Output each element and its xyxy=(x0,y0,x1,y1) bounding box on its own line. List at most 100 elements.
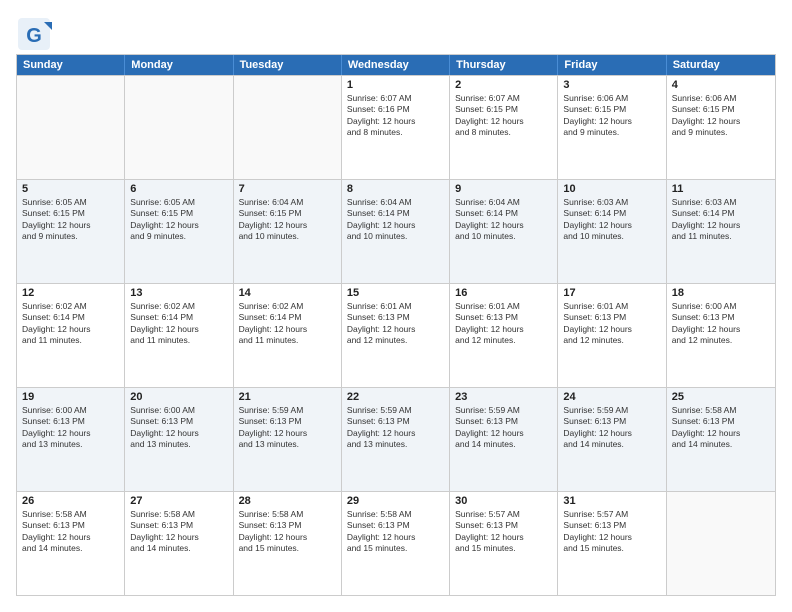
calendar-header: SundayMondayTuesdayWednesdayThursdayFrid… xyxy=(17,55,775,75)
calendar-cell-21: 21 Sunrise: 5:59 AMSunset: 6:13 PMDayligh… xyxy=(234,388,342,491)
header-day-saturday: Saturday xyxy=(667,55,775,75)
day-number: 27 xyxy=(130,495,227,507)
calendar-cell-28: 28 Sunrise: 5:58 AMSunset: 6:13 PMDayligh… xyxy=(234,492,342,595)
calendar-cell-11: 11 Sunrise: 6:03 AMSunset: 6:14 PMDayligh… xyxy=(667,180,775,283)
calendar-cell-empty-4-6 xyxy=(667,492,775,595)
calendar-cell-8: 8Sunrise: 6:04 AMSunset: 6:14 PMDaylight… xyxy=(342,180,450,283)
day-number: 26 xyxy=(22,495,119,507)
calendar-cell-empty-0-0 xyxy=(17,76,125,179)
calendar-cell-14: 14Sunrise: 6:02 AMSunset: 6:14 PMDayligh… xyxy=(234,284,342,387)
day-number: 10 xyxy=(563,183,660,195)
day-number: 7 xyxy=(239,183,336,195)
day-number: 19 xyxy=(22,391,119,403)
calendar-cell-16: 16 Sunrise: 6:01 AMSunset: 6:13 PMDayligh… xyxy=(450,284,558,387)
day-number: 2 xyxy=(455,79,552,91)
calendar-cell-2: 2 Sunrise: 6:07 AMSunset: 6:15 PMDaylight… xyxy=(450,76,558,179)
day-info: Sunrise: 6:02 AMSunset: 6:14 PMDaylight:… xyxy=(22,301,119,347)
calendar-cell-29: 29 Sunrise: 5:58 AMSunset: 6:13 PMDayligh… xyxy=(342,492,450,595)
day-info: Sunrise: 6:03 AMSunset: 6:14 PMDaylight:… xyxy=(563,197,660,243)
calendar-row-2: 5 Sunrise: 6:05 AMSunset: 6:15 PMDaylight… xyxy=(17,179,775,283)
svg-text:G: G xyxy=(26,25,42,47)
calendar-row-3: 12 Sunrise: 6:02 AMSunset: 6:14 PMDayligh… xyxy=(17,283,775,387)
calendar-cell-empty-0-2 xyxy=(234,76,342,179)
day-number: 14 xyxy=(239,287,336,299)
day-info: Sunrise: 6:00 AMSunset: 6:13 PMDaylight:… xyxy=(130,405,227,451)
day-info: Sunrise: 6:00 AMSunset: 6:13 PMDaylight:… xyxy=(672,301,770,347)
header-day-sunday: Sunday xyxy=(17,55,125,75)
day-number: 3 xyxy=(563,79,660,91)
day-info: Sunrise: 5:59 AMSunset: 6:13 PMDaylight:… xyxy=(239,405,336,451)
day-info: Sunrise: 6:06 AMSunset: 6:15 PMDaylight:… xyxy=(563,93,660,139)
calendar-cell-13: 13 Sunrise: 6:02 AMSunset: 6:14 PMDayligh… xyxy=(125,284,233,387)
day-info: Sunrise: 5:59 AMSunset: 6:13 PMDaylight:… xyxy=(563,405,660,451)
calendar-cell-3: 3 Sunrise: 6:06 AMSunset: 6:15 PMDaylight… xyxy=(558,76,666,179)
day-number: 15 xyxy=(347,287,444,299)
header-day-monday: Monday xyxy=(125,55,233,75)
day-info: Sunrise: 5:58 AMSunset: 6:13 PMDaylight:… xyxy=(130,509,227,555)
day-number: 12 xyxy=(22,287,119,299)
calendar: SundayMondayTuesdayWednesdayThursdayFrid… xyxy=(16,54,776,596)
calendar-cell-17: 17Sunrise: 6:01 AMSunset: 6:13 PMDayligh… xyxy=(558,284,666,387)
day-info: Sunrise: 6:06 AMSunset: 6:15 PMDaylight:… xyxy=(672,93,770,139)
calendar-cell-12: 12 Sunrise: 6:02 AMSunset: 6:14 PMDayligh… xyxy=(17,284,125,387)
day-number: 16 xyxy=(455,287,552,299)
calendar-cell-31: 31Sunrise: 5:57 AMSunset: 6:13 PMDayligh… xyxy=(558,492,666,595)
day-info: Sunrise: 6:04 AMSunset: 6:14 PMDaylight:… xyxy=(455,197,552,243)
calendar-row-5: 26 Sunrise: 5:58 AMSunset: 6:13 PMDayligh… xyxy=(17,491,775,595)
calendar-cell-10: 10 Sunrise: 6:03 AMSunset: 6:14 PMDayligh… xyxy=(558,180,666,283)
day-info: Sunrise: 5:59 AMSunset: 6:13 PMDaylight:… xyxy=(455,405,552,451)
calendar-cell-30: 30 Sunrise: 5:57 AMSunset: 6:13 PMDayligh… xyxy=(450,492,558,595)
day-info: Sunrise: 6:04 AMSunset: 6:15 PMDaylight:… xyxy=(239,197,336,243)
page: G SundayMondayTuesdayWednesdayThursdayFr… xyxy=(0,0,792,612)
calendar-cell-9: 9Sunrise: 6:04 AMSunset: 6:14 PMDaylight… xyxy=(450,180,558,283)
day-number: 4 xyxy=(672,79,770,91)
day-info: Sunrise: 5:58 AMSunset: 6:13 PMDaylight:… xyxy=(672,405,770,451)
day-number: 5 xyxy=(22,183,119,195)
logo: G xyxy=(16,16,46,44)
calendar-cell-18: 18 Sunrise: 6:00 AMSunset: 6:13 PMDayligh… xyxy=(667,284,775,387)
calendar-row-1: 1 Sunrise: 6:07 AMSunset: 6:16 PMDaylight… xyxy=(17,75,775,179)
day-number: 31 xyxy=(563,495,660,507)
calendar-cell-empty-0-1 xyxy=(125,76,233,179)
day-number: 1 xyxy=(347,79,444,91)
calendar-cell-5: 5 Sunrise: 6:05 AMSunset: 6:15 PMDaylight… xyxy=(17,180,125,283)
day-info: Sunrise: 6:01 AMSunset: 6:13 PMDaylight:… xyxy=(455,301,552,347)
day-info: Sunrise: 6:07 AMSunset: 6:15 PMDaylight:… xyxy=(455,93,552,139)
day-info: Sunrise: 6:07 AMSunset: 6:16 PMDaylight:… xyxy=(347,93,444,139)
day-info: Sunrise: 5:58 AMSunset: 6:13 PMDaylight:… xyxy=(22,509,119,555)
header-day-wednesday: Wednesday xyxy=(342,55,450,75)
day-number: 6 xyxy=(130,183,227,195)
day-info: Sunrise: 6:01 AMSunset: 6:13 PMDaylight:… xyxy=(563,301,660,347)
day-info: Sunrise: 6:05 AMSunset: 6:15 PMDaylight:… xyxy=(22,197,119,243)
day-info: Sunrise: 5:57 AMSunset: 6:13 PMDaylight:… xyxy=(455,509,552,555)
calendar-cell-25: 25 Sunrise: 5:58 AMSunset: 6:13 PMDayligh… xyxy=(667,388,775,491)
calendar-cell-7: 7 Sunrise: 6:04 AMSunset: 6:15 PMDaylight… xyxy=(234,180,342,283)
header-day-thursday: Thursday xyxy=(450,55,558,75)
calendar-cell-20: 20Sunrise: 6:00 AMSunset: 6:13 PMDayligh… xyxy=(125,388,233,491)
day-info: Sunrise: 5:58 AMSunset: 6:13 PMDaylight:… xyxy=(239,509,336,555)
day-number: 28 xyxy=(239,495,336,507)
day-info: Sunrise: 6:02 AMSunset: 6:14 PMDaylight:… xyxy=(130,301,227,347)
day-info: Sunrise: 5:58 AMSunset: 6:13 PMDaylight:… xyxy=(347,509,444,555)
calendar-row-4: 19 Sunrise: 6:00 AMSunset: 6:13 PMDayligh… xyxy=(17,387,775,491)
day-number: 18 xyxy=(672,287,770,299)
calendar-cell-19: 19Sunrise: 6:00 AMSunset: 6:13 PMDayligh… xyxy=(17,388,125,491)
day-number: 21 xyxy=(239,391,336,403)
day-number: 30 xyxy=(455,495,552,507)
header-day-friday: Friday xyxy=(558,55,666,75)
calendar-cell-27: 27 Sunrise: 5:58 AMSunset: 6:13 PMDayligh… xyxy=(125,492,233,595)
day-number: 11 xyxy=(672,183,770,195)
header-day-tuesday: Tuesday xyxy=(234,55,342,75)
day-number: 25 xyxy=(672,391,770,403)
day-number: 22 xyxy=(347,391,444,403)
calendar-cell-4: 4 Sunrise: 6:06 AMSunset: 6:15 PMDaylight… xyxy=(667,76,775,179)
day-number: 13 xyxy=(130,287,227,299)
day-info: Sunrise: 6:05 AMSunset: 6:15 PMDaylight:… xyxy=(130,197,227,243)
calendar-cell-23: 23Sunrise: 5:59 AMSunset: 6:13 PMDayligh… xyxy=(450,388,558,491)
logo-icon: G xyxy=(16,16,44,44)
day-info: Sunrise: 6:01 AMSunset: 6:13 PMDaylight:… xyxy=(347,301,444,347)
day-number: 8 xyxy=(347,183,444,195)
calendar-body: 1 Sunrise: 6:07 AMSunset: 6:16 PMDaylight… xyxy=(17,75,775,595)
day-info: Sunrise: 6:03 AMSunset: 6:14 PMDaylight:… xyxy=(672,197,770,243)
day-number: 29 xyxy=(347,495,444,507)
